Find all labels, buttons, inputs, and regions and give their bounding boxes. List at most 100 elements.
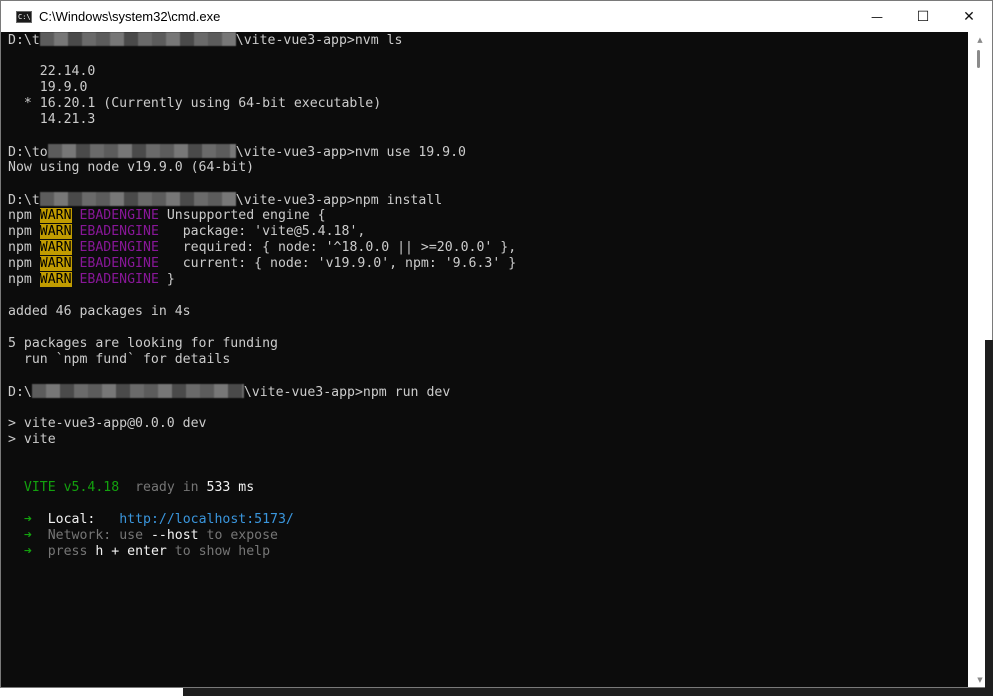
maximize-button[interactable]: ☐ <box>900 1 946 32</box>
console-line: ➜ Local: http://localhost:5173/ <box>8 512 970 528</box>
scroll-thumb[interactable] <box>977 50 980 68</box>
redacted-path <box>39 192 236 206</box>
console-line: npm WARN EBADENGINE package: 'vite@5.4.1… <box>8 224 970 240</box>
console-text: current: { node: 'v19.9.0', npm: '9.6.3'… <box>158 256 517 271</box>
console-text: press <box>47 544 96 559</box>
console-text: npm <box>8 224 40 239</box>
console-text: WARN <box>39 224 72 239</box>
background-window-strip <box>183 688 993 696</box>
console-line: D:\t \vite-vue3-app>npm install <box>8 192 970 208</box>
console-text: ➜ <box>23 528 32 543</box>
console-line: added 46 packages in 4s <box>8 304 970 320</box>
scroll-up-icon: ▲ <box>977 36 983 44</box>
title-bar[interactable]: C:\ C:\Windows\system32\cmd.exe — ☐ ✕ <box>1 1 992 32</box>
console-text: EBADENGINE <box>79 272 159 287</box>
console-text: 5 packages are looking for funding <box>8 336 278 351</box>
redacted-path <box>47 144 236 158</box>
background-window-edge <box>985 340 993 688</box>
console-text: } <box>158 272 175 287</box>
console-text: D:\to <box>8 145 48 160</box>
console-text: npm <box>8 272 40 287</box>
console-line: VITE v5.4.18 ready in 533 ms <box>8 480 970 496</box>
console-output[interactable]: D:\t \vite-vue3-app>nvm ls 22.14.0 19.9.0… <box>8 32 970 687</box>
maximize-icon: ☐ <box>916 8 930 25</box>
console-text: \vite-vue3-app>npm install <box>235 193 443 208</box>
console-app-icon: C:\ <box>16 10 32 23</box>
console-text: D:\t <box>8 193 40 208</box>
console-text: added 46 packages in 4s <box>8 304 191 319</box>
console-text: 14.21.3 <box>8 112 96 127</box>
console-text: 22.14.0 <box>8 64 96 79</box>
console-line: D:\t \vite-vue3-app>nvm ls <box>8 32 970 48</box>
console-line: D:\ \vite-vue3-app>npm run dev <box>8 384 970 400</box>
console-text: ms <box>230 480 255 495</box>
console-line: run `npm fund` for details <box>8 352 970 368</box>
close-button[interactable]: ✕ <box>946 1 992 32</box>
console-text: EBADENGINE <box>79 208 159 223</box>
console-text: run `npm fund` for details <box>8 352 231 367</box>
console-line: ➜ press h + enter to show help <box>8 544 970 560</box>
scroll-up-button[interactable]: ▲ <box>968 32 992 48</box>
console-text: npm <box>8 256 40 271</box>
console-line: npm WARN EBADENGINE Unsupported engine { <box>8 208 970 224</box>
window-title: C:\Windows\system32\cmd.exe <box>39 9 221 24</box>
console-text: ➜ <box>23 512 32 527</box>
console-line: npm WARN EBADENGINE required: { node: '^… <box>8 240 970 256</box>
console-text: D:\ <box>8 385 32 400</box>
console-text: WARN <box>39 208 72 223</box>
console-line: 5 packages are looking for funding <box>8 336 970 352</box>
console-text: > vite-vue3-app@0.0.0 dev <box>8 416 207 431</box>
console-text: Local: <box>47 512 96 527</box>
console-line: > vite <box>8 432 970 448</box>
console-line: 14.21.3 <box>8 112 970 128</box>
console-text: EBADENGINE <box>79 256 159 271</box>
console-text: D:\t <box>8 33 40 48</box>
console-text: \vite-vue3-app>npm run dev <box>243 385 451 400</box>
console-text: to show help <box>166 544 271 559</box>
console-text: to expose <box>198 528 278 543</box>
console-line: D:\to \vite-vue3-app>nvm use 19.9.0 <box>8 144 970 160</box>
console-text: Now using node v19.9.0 (64-bit) <box>8 160 255 175</box>
console-line: npm WARN EBADENGINE } <box>8 272 970 288</box>
console-text: npm <box>8 240 40 255</box>
console-text: EBADENGINE <box>79 224 159 239</box>
console-text: 533 <box>206 480 231 495</box>
console-text: WARN <box>39 240 72 255</box>
console-line: > vite-vue3-app@0.0.0 dev <box>8 416 970 432</box>
close-icon: ✕ <box>963 8 975 25</box>
console-text: http://localhost:5173/ <box>119 512 294 527</box>
console-text: WARN <box>39 256 72 271</box>
console-text: WARN <box>39 272 72 287</box>
console-text: --host <box>150 528 199 543</box>
console-text: required: { node: '^18.0.0 || >=20.0.0' … <box>158 240 517 255</box>
console-text: ➜ <box>23 544 32 559</box>
minimize-button[interactable]: — <box>854 1 900 32</box>
scroll-down-icon: ▼ <box>977 676 983 684</box>
console-line: 19.9.0 <box>8 80 970 96</box>
console-text: \vite-vue3-app>nvm use 19.9.0 <box>235 145 466 160</box>
console-text: h + enter <box>95 544 167 559</box>
console-text: EBADENGINE <box>79 240 159 255</box>
redacted-path <box>39 32 236 46</box>
console-text: Network: use <box>47 528 151 543</box>
console-text: 19.9.0 <box>8 80 88 95</box>
console-line: 22.14.0 <box>8 64 970 80</box>
console-line: ➜ Network: use --host to expose <box>8 528 970 544</box>
